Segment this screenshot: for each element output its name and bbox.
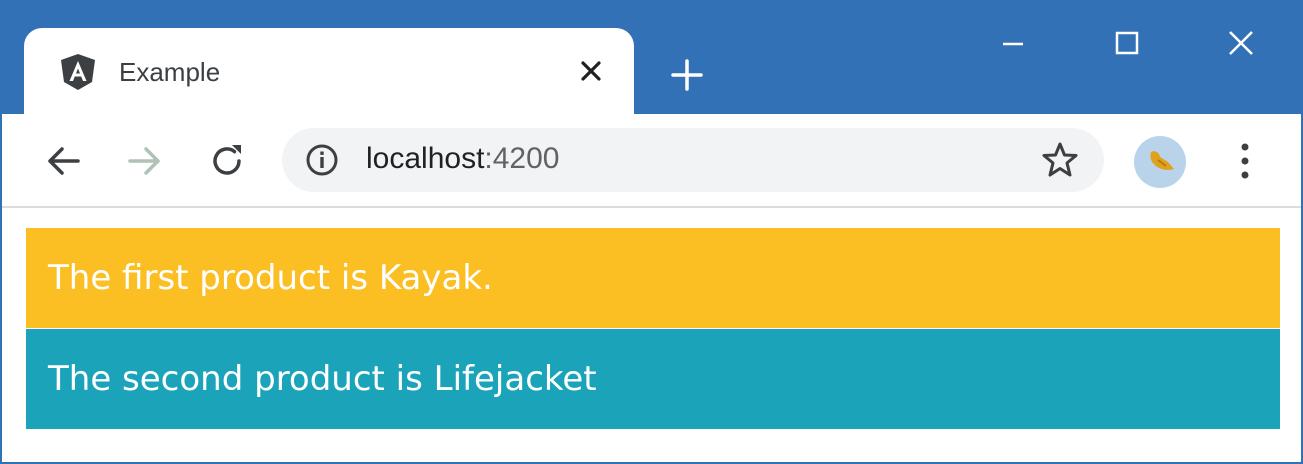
angular-logo-icon [61,54,95,90]
url-host: localhost [366,142,485,175]
address-bar[interactable]: localhost:4200 [282,128,1104,192]
minimize-icon[interactable] [982,14,1044,72]
arrow-right-icon[interactable] [124,140,166,182]
info-icon[interactable] [304,142,340,178]
browser-toolbar: localhost:4200 [2,114,1301,208]
window-close-icon[interactable] [1210,14,1272,72]
star-icon[interactable] [1040,140,1080,180]
url-text[interactable]: localhost:4200 [366,142,559,176]
product-row-first: The first product is Kayak. [26,228,1280,328]
tab-title: Example [119,57,221,87]
url-port: :4200 [484,142,560,175]
close-icon[interactable] [576,56,606,86]
title-bar: Example [2,2,1301,118]
new-tab-plus-icon[interactable] [666,54,708,96]
browser-tab[interactable]: Example [24,28,634,118]
maximize-icon[interactable] [1096,14,1158,72]
arrow-left-icon[interactable] [42,140,84,182]
kebab-menu-icon[interactable] [1230,138,1260,184]
browser-window: Example localhost:4200 The first product… [0,0,1303,464]
profile-avatar[interactable] [1134,136,1186,188]
product-row-second: The second product is Lifejacket [26,329,1280,429]
reload-icon[interactable] [206,140,248,182]
bird-avatar-icon [1150,151,1174,170]
page-content: The first product is Kayak. The second p… [2,208,1301,462]
